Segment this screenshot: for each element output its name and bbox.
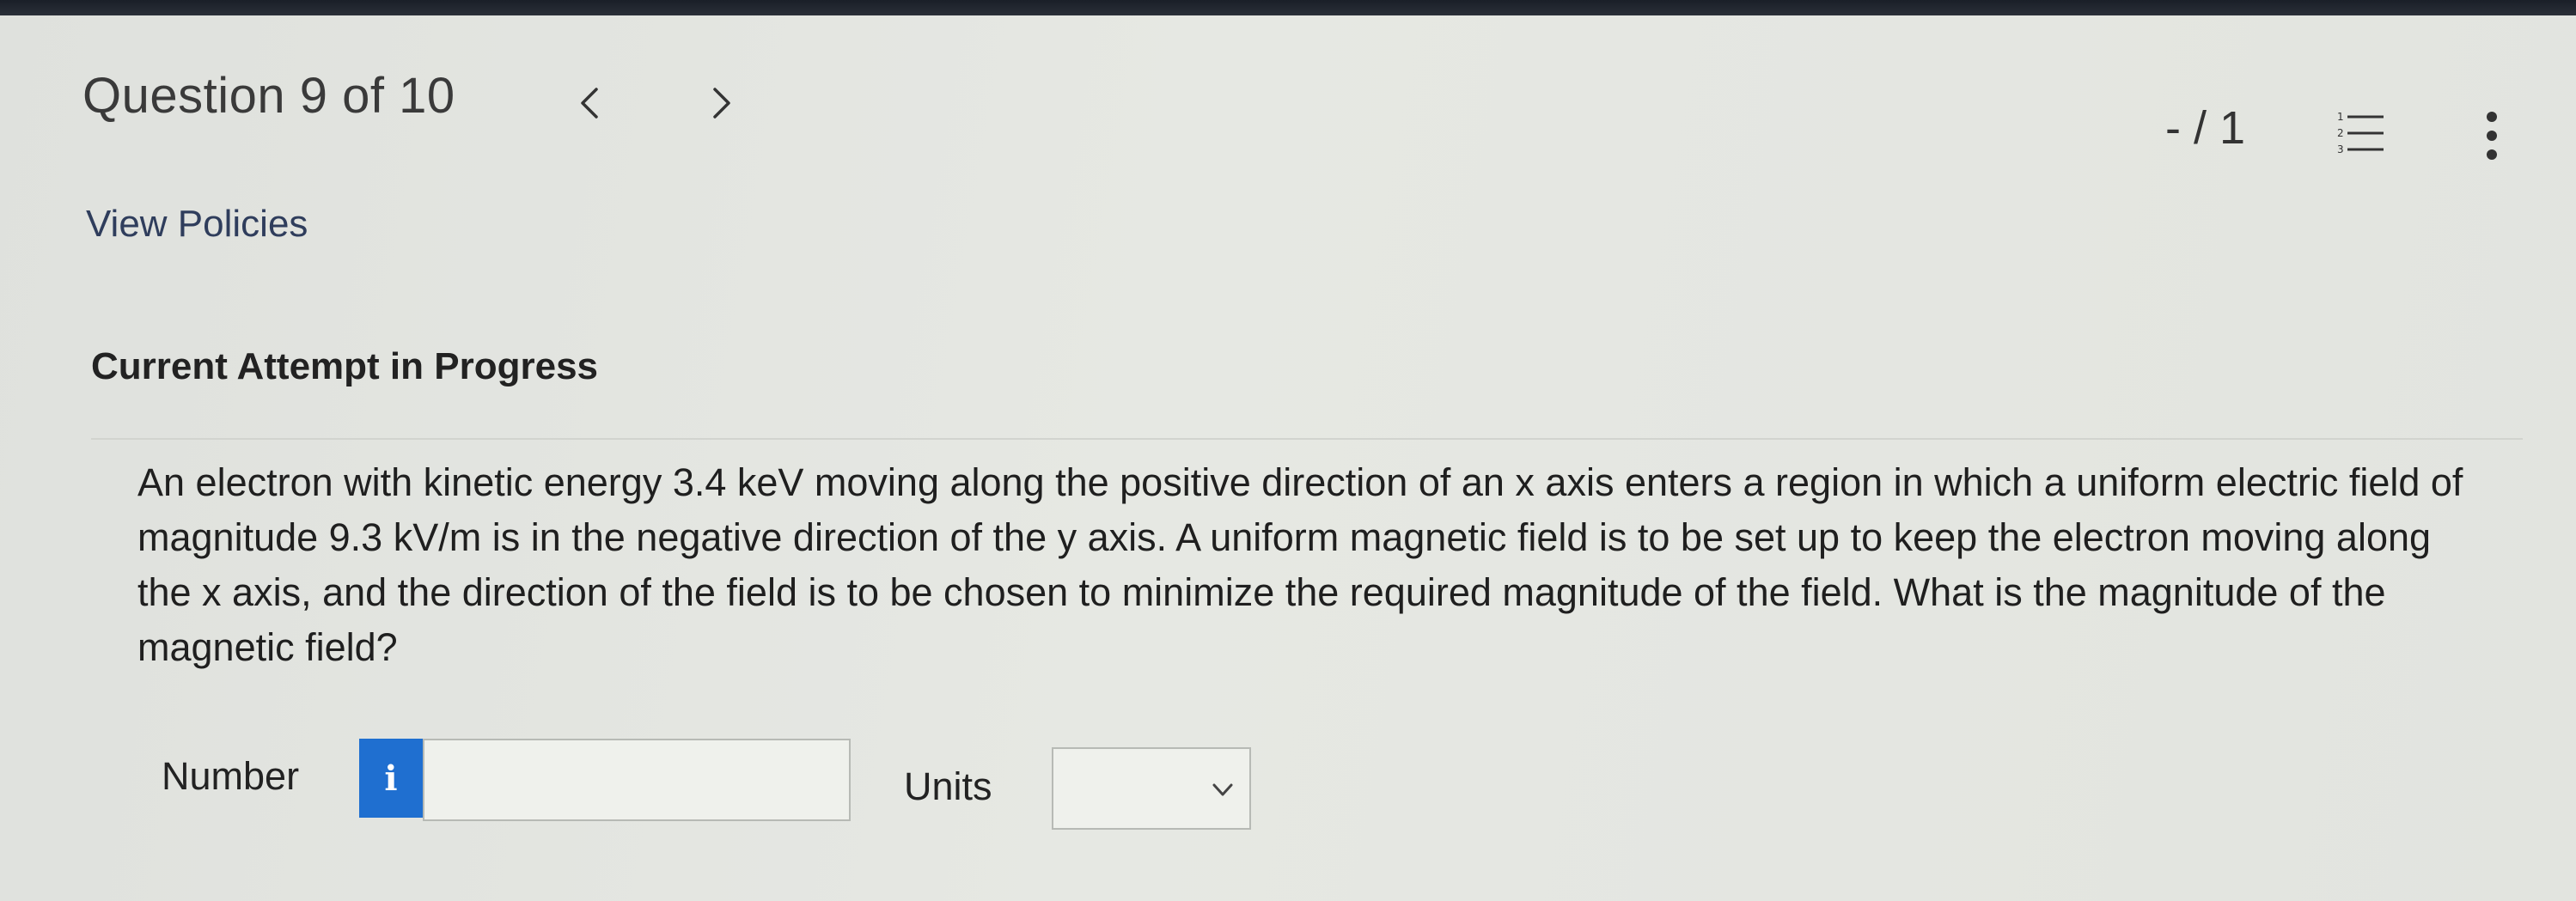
chevron-down-icon — [1212, 783, 1233, 796]
units-label: Units — [904, 764, 992, 808]
number-input[interactable] — [423, 739, 851, 821]
divider — [91, 438, 2523, 440]
view-policies-link[interactable]: View Policies — [86, 203, 308, 246]
question-list-button[interactable]: 1 2 3 — [2335, 108, 2385, 158]
more-options-button[interactable] — [2481, 108, 2502, 163]
chevron-right-icon — [713, 88, 730, 119]
vertical-dots-icon — [2487, 112, 2497, 160]
units-dropdown[interactable] — [1052, 747, 1251, 830]
number-label: Number — [162, 754, 300, 798]
svg-text:1: 1 — [2337, 111, 2344, 123]
svg-text:3: 3 — [2337, 143, 2344, 155]
top-bar — [0, 0, 2576, 15]
numbered-list-icon: 1 2 3 — [2337, 111, 2384, 155]
question-text: An electron with kinetic energy 3.4 keV … — [137, 460, 2463, 669]
info-icon: i — [384, 758, 398, 799]
score-display: - / 1 — [2165, 102, 2246, 154]
next-question-button[interactable] — [696, 77, 748, 129]
previous-question-button[interactable] — [564, 77, 615, 129]
svg-text:2: 2 — [2337, 127, 2344, 139]
question-title: Question 9 of 10 — [82, 68, 455, 124]
chevron-left-icon — [581, 88, 598, 119]
attempt-heading: Current Attempt in Progress — [91, 345, 599, 387]
info-button[interactable]: i — [359, 739, 423, 818]
